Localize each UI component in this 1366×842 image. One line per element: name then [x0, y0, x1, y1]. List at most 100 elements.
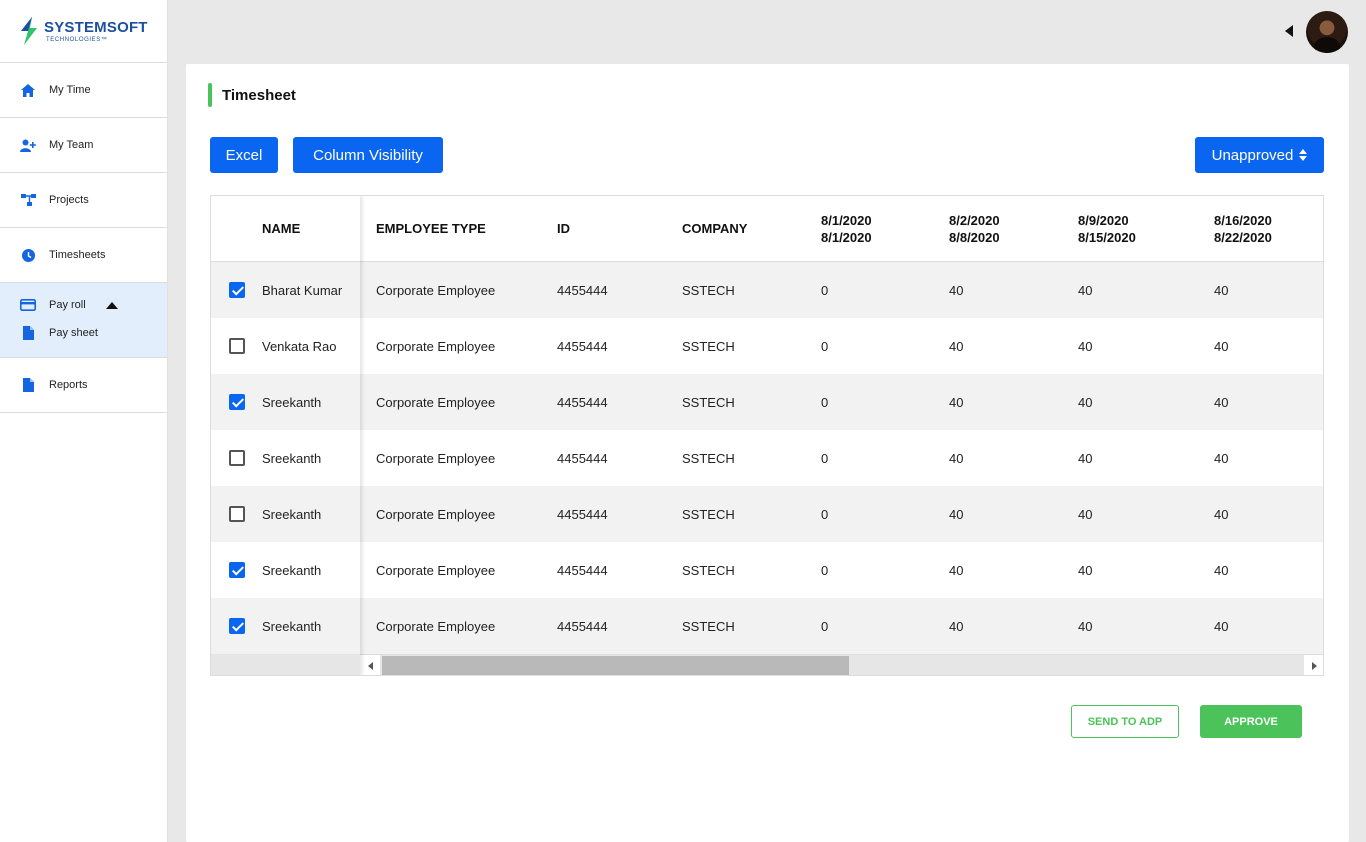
table-row[interactable]: Corporate Employee 4455444 SSTECH 0 40 40 40	[360, 318, 1323, 374]
sidebar-item-label: My Team	[49, 139, 94, 151]
row-checkbox[interactable]	[228, 562, 245, 578]
company: SSTECH	[682, 562, 735, 578]
home-icon	[20, 82, 36, 98]
send-to-adp-button[interactable]: SEND TO ADP	[1071, 705, 1179, 738]
caret-left-icon[interactable]	[1285, 25, 1293, 37]
table-row[interactable]: Sreekanth	[211, 430, 360, 486]
row-select-cell	[211, 506, 262, 522]
week-end: 8/1/2020	[821, 229, 872, 245]
sidebar: SYSTEMSOFT TECHNOLOGIES™ My Time My Team…	[0, 0, 168, 842]
column-header-week-3[interactable]: 8/9/2020 8/15/2020	[1078, 212, 1214, 246]
employee-id: 4455444	[557, 506, 608, 522]
row-checkbox[interactable]	[228, 618, 245, 634]
add-user-icon	[20, 137, 36, 153]
employee-type: Corporate Employee	[376, 618, 496, 634]
column-visibility-button[interactable]: Column Visibility	[293, 137, 443, 173]
sidebar-item-my-team[interactable]: My Team	[0, 118, 167, 173]
sidebar-item-reports[interactable]: Reports	[0, 358, 167, 413]
table-row[interactable]: Sreekanth	[211, 374, 360, 430]
employee-name: Sreekanth	[262, 450, 322, 466]
table-row[interactable]: Bharat Kumar	[211, 262, 360, 318]
week-4-hours: 40	[1214, 338, 1229, 354]
scrollable-columns: EMPLOYEE TYPE ID COMPANY 8/1/2020 8/1/20…	[360, 196, 1323, 675]
sidebar-item-pay-roll[interactable]: Pay roll	[0, 291, 167, 319]
row-select-cell	[211, 394, 262, 410]
week-1-hours: 0	[821, 618, 829, 634]
week-end: 8/22/2020	[1214, 229, 1272, 245]
column-header-week-1[interactable]: 8/1/2020 8/1/2020	[821, 212, 949, 246]
week-4-hours: 40	[1214, 618, 1229, 634]
row-select-cell	[211, 618, 262, 634]
excel-button[interactable]: Excel	[210, 137, 278, 173]
employee-name: Sreekanth	[262, 394, 322, 410]
table-row[interactable]: Sreekanth	[211, 598, 360, 654]
week-3-hours: 40	[1078, 506, 1093, 522]
table-row[interactable]: Sreekanth	[211, 542, 360, 598]
week-3-hours: 40	[1078, 562, 1093, 578]
employee-id: 4455444	[557, 618, 608, 634]
column-header-employee-type[interactable]: EMPLOYEE TYPE	[360, 221, 557, 236]
table-row[interactable]: Corporate Employee 4455444 SSTECH 0 40 40 40	[360, 542, 1323, 598]
sidebar-group-payroll: Pay roll Pay sheet	[0, 283, 167, 358]
page-title: Timesheet	[222, 86, 296, 104]
main-card: Timesheet Excel Column Visibility Unappr…	[186, 64, 1349, 842]
column-header-name[interactable]: NAME	[211, 221, 300, 236]
company: SSTECH	[682, 394, 735, 410]
table-header: NAME	[211, 196, 360, 262]
row-checkbox[interactable]	[228, 394, 245, 410]
week-2-hours: 40	[949, 450, 964, 466]
week-end: 8/15/2020	[1078, 229, 1136, 245]
page-title-bar: Timesheet	[208, 83, 296, 107]
horizontal-scrollbar[interactable]	[360, 654, 1323, 675]
week-start: 8/16/2020	[1214, 212, 1272, 228]
logo-sub: TECHNOLOGIES™	[46, 36, 108, 43]
sidebar-item-pay-sheet[interactable]: Pay sheet	[0, 319, 167, 347]
column-header-week-2[interactable]: 8/2/2020 8/8/2020	[949, 212, 1078, 246]
table-row[interactable]: Corporate Employee 4455444 SSTECH 0 40 40 40	[360, 598, 1323, 654]
row-checkbox[interactable]	[228, 506, 245, 522]
table-row[interactable]: Corporate Employee 4455444 SSTECH 0 40 40 40	[360, 374, 1323, 430]
sidebar-item-projects[interactable]: Projects	[0, 173, 167, 228]
scrollbar-thumb[interactable]	[382, 656, 849, 675]
week-1-hours: 0	[821, 506, 829, 522]
week-2-hours: 40	[949, 338, 964, 354]
sidebar-item-timesheets[interactable]: Timesheets	[0, 228, 167, 283]
credit-card-icon	[20, 297, 36, 313]
company: SSTECH	[682, 338, 735, 354]
logo-mark-icon	[18, 17, 40, 45]
week-start: 8/9/2020	[1078, 212, 1129, 228]
table-row[interactable]: Corporate Employee 4455444 SSTECH 0 40 40 40	[360, 430, 1323, 486]
week-3-hours: 40	[1078, 282, 1093, 298]
table-row[interactable]: Venkata Rao	[211, 318, 360, 374]
logo-name: SYSTEMSOFT	[44, 18, 148, 36]
timesheet-table: NAME Bharat Kumar Venkata Rao Sreekanth Sre…	[210, 195, 1324, 676]
table-row[interactable]: Corporate Employee 4455444 SSTECH 0 40 40 40	[360, 262, 1323, 318]
scroll-right-icon[interactable]	[1304, 655, 1323, 675]
row-checkbox[interactable]	[228, 338, 245, 354]
row-checkbox[interactable]	[228, 282, 245, 298]
column-header-id[interactable]: ID	[557, 221, 682, 236]
table-row[interactable]: Corporate Employee 4455444 SSTECH 0 40 40 40	[360, 486, 1323, 542]
row-checkbox[interactable]	[228, 450, 245, 466]
employee-name: Sreekanth	[262, 506, 322, 522]
column-header-week-4[interactable]: 8/16/2020 8/22/2020	[1214, 212, 1314, 246]
sidebar-item-label: Reports	[49, 379, 88, 391]
logo[interactable]: SYSTEMSOFT TECHNOLOGIES™	[0, 0, 167, 63]
column-header-company[interactable]: COMPANY	[682, 221, 821, 236]
sidebar-item-my-time[interactable]: My Time	[0, 63, 167, 118]
company: SSTECH	[682, 282, 735, 298]
sidebar-item-label: Pay roll	[49, 299, 86, 311]
employee-type: Corporate Employee	[376, 562, 496, 578]
table-row[interactable]: Sreekanth	[211, 486, 360, 542]
sidebar-item-label: My Time	[49, 84, 91, 96]
employee-id: 4455444	[557, 562, 608, 578]
scroll-left-icon[interactable]	[360, 655, 380, 675]
caret-up-icon[interactable]	[105, 301, 118, 309]
week-4-hours: 40	[1214, 450, 1229, 466]
sort-icon	[1299, 149, 1308, 161]
week-start: 8/1/2020	[821, 212, 872, 228]
employee-type: Corporate Employee	[376, 282, 496, 298]
approve-button[interactable]: APPROVE	[1200, 705, 1302, 738]
status-filter-select[interactable]: Unapproved	[1195, 137, 1324, 173]
user-avatar[interactable]	[1306, 11, 1348, 53]
